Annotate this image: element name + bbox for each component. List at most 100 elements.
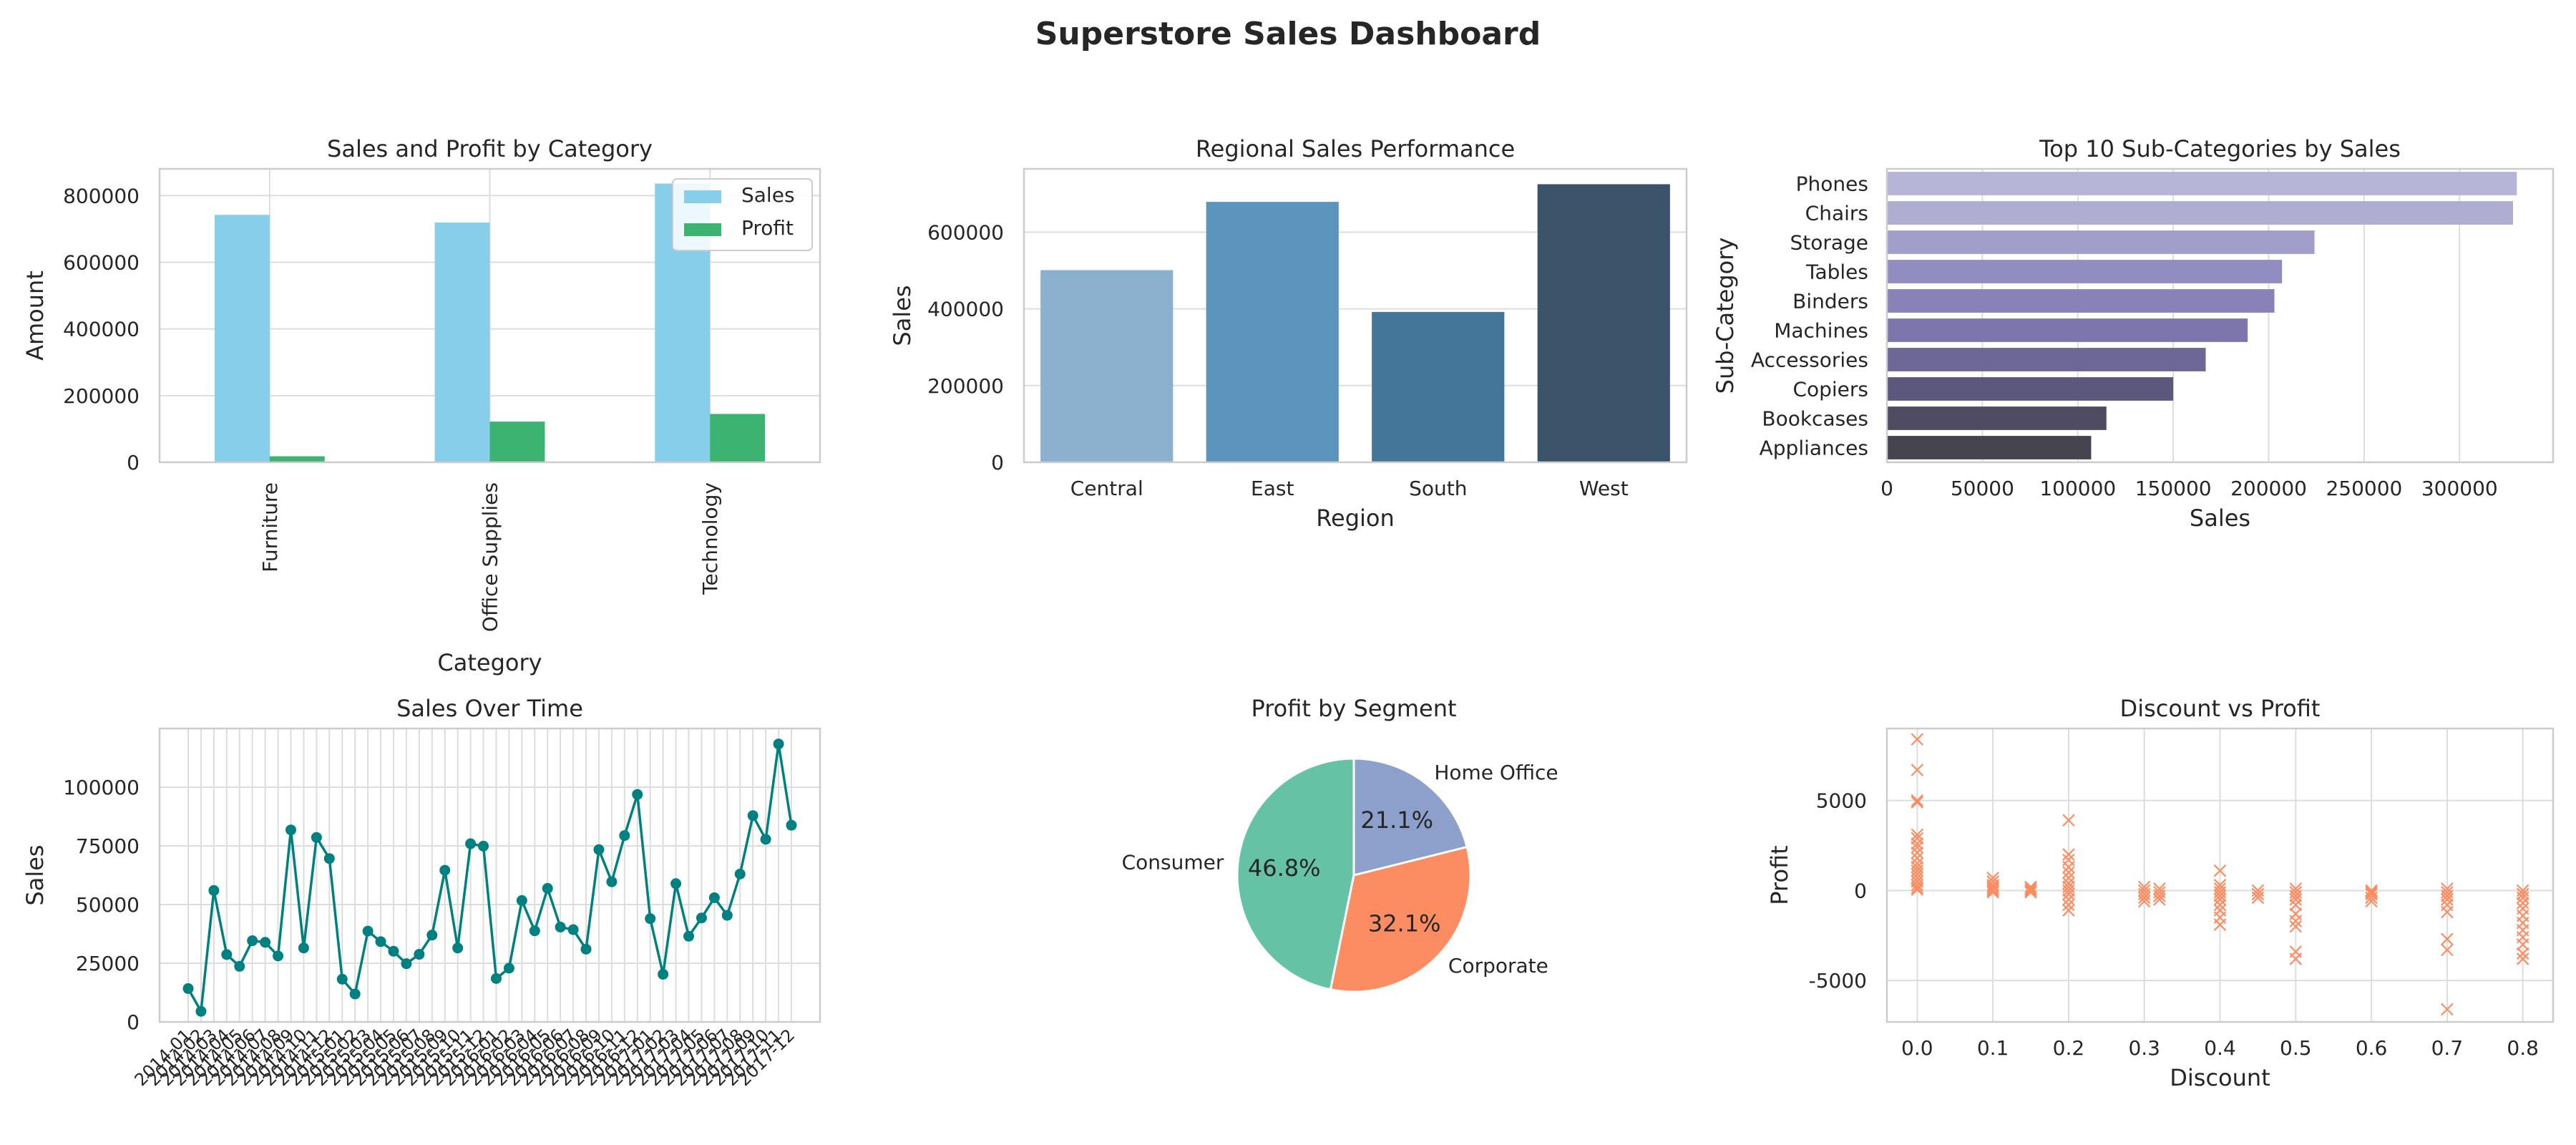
y-tick-label: -5000 — [1809, 969, 1867, 993]
sales-point — [773, 739, 784, 750]
x-tick-label: 200000 — [2230, 477, 2307, 500]
x-tick-label: Technology — [698, 482, 722, 595]
sales-point — [529, 925, 540, 937]
bar-sales — [434, 223, 490, 462]
sales-point — [221, 949, 233, 960]
y-tick-label: 400000 — [927, 298, 1004, 321]
bar-subcategory — [1887, 289, 2275, 313]
sales-point — [555, 921, 566, 932]
subplot-title: Top 10 Sub-Categories by Sales — [2039, 135, 2401, 162]
x-tick-label: 250000 — [2326, 477, 2402, 500]
y-tick-label: Machines — [1774, 319, 1868, 343]
sales-point — [452, 942, 464, 954]
y-tick-label: 0 — [127, 451, 140, 474]
x-tick-label: 0.7 — [2431, 1036, 2464, 1060]
subplot-title: Profit by Segment — [1251, 695, 1456, 722]
sales-point — [580, 943, 592, 955]
subplot-title: Sales and Profit by Category — [327, 135, 653, 162]
sales-point — [683, 930, 695, 942]
sales-point — [516, 895, 527, 906]
pie-label: Home Office — [1434, 761, 1558, 784]
pie-pct-label: 32.1% — [1368, 910, 1441, 937]
x-tick-label: 0.4 — [2204, 1036, 2236, 1060]
x-tick-label: 0.1 — [1977, 1036, 2009, 1060]
subplot-title: Sales Over Time — [396, 695, 583, 722]
bar-region — [1372, 311, 1505, 462]
bar-subcategory — [1887, 348, 2206, 371]
y-tick-label: 0 — [1854, 879, 1867, 902]
x-axis-label: Sales — [2190, 505, 2250, 532]
sales-point — [593, 844, 605, 855]
y-tick-label: 600000 — [63, 250, 140, 274]
sales-point — [747, 810, 758, 822]
x-tick-label: 100000 — [2039, 477, 2116, 500]
y-tick-label: Binders — [1792, 290, 1868, 313]
sales-point — [234, 960, 245, 972]
y-tick-label: 600000 — [927, 220, 1004, 244]
y-tick-label: 200000 — [927, 374, 1004, 398]
dashboard-title: Superstore Sales Dashboard — [1035, 16, 1541, 52]
x-tick-label: South — [1409, 477, 1467, 500]
y-tick-label: Tables — [1805, 260, 1868, 284]
sales-point — [195, 1005, 207, 1017]
bar-subcategory — [1887, 230, 2315, 254]
bar-subcategory — [1887, 436, 2092, 459]
y-tick-label: Phones — [1796, 172, 1868, 196]
y-axis-label: Sub-Category — [1712, 238, 1739, 394]
bar-profit — [710, 414, 766, 462]
sales-point — [285, 824, 296, 836]
y-tick-label: 200000 — [63, 384, 140, 408]
x-tick-label: West — [1579, 477, 1629, 500]
sales-point — [542, 882, 553, 894]
bar-subcategory — [1887, 201, 2513, 225]
chart-discount-vs-profit: 0.0 0.1 0.2 0.3 0.4 0.5 0.6 0.7 0.8 -5000 0 5000 Dis… — [1766, 695, 2555, 1091]
subplot-title: Discount vs Profit — [2120, 695, 2321, 722]
sales-point — [721, 910, 733, 921]
x-tick-label: 0.3 — [2128, 1036, 2160, 1060]
sales-point — [490, 973, 502, 984]
sales-point — [323, 853, 335, 864]
y-tick-label: 50000 — [76, 893, 140, 917]
x-tick-label: 50000 — [1951, 477, 2014, 500]
x-tick-label: 0.0 — [1901, 1036, 1933, 1060]
chart-top-subcategories: 0 50000 100000 150000 200000 250000 300000 Phon… — [1712, 135, 2555, 532]
bar-subcategory — [1887, 318, 2248, 342]
sales-point — [439, 864, 451, 876]
sales-point — [247, 935, 258, 947]
sales-point — [567, 924, 579, 935]
pie-pct-label: 21.1% — [1360, 807, 1433, 834]
dashboard-figure: Superstore Sales Dashboard 0 200000 400000… — [21, 16, 2555, 1091]
x-axis-label: Category — [437, 649, 542, 676]
y-tick-label: 0 — [127, 1010, 140, 1034]
sales-point — [311, 832, 322, 843]
y-tick-label: 100000 — [63, 776, 140, 799]
y-tick-label: 0 — [991, 451, 1004, 474]
sales-point — [734, 868, 746, 880]
bar-subcategory — [1887, 406, 2107, 430]
sales-point — [388, 945, 399, 957]
sales-point — [260, 937, 271, 948]
sales-point — [786, 819, 797, 831]
sales-point — [182, 983, 194, 994]
sales-point — [696, 912, 707, 924]
sales-point — [362, 925, 374, 937]
sales-point — [465, 838, 477, 849]
pie-label: Corporate — [1448, 954, 1548, 978]
legend-label: Sales — [741, 183, 795, 207]
legend-swatch — [684, 190, 721, 203]
sales-point — [708, 892, 720, 903]
legend-swatch — [684, 223, 721, 236]
bar-region — [1206, 202, 1339, 462]
bar-region — [1537, 184, 1670, 462]
x-tick-label: Furniture — [258, 482, 282, 572]
bar-subcategory — [1887, 172, 2517, 195]
legend: Sales Profit — [672, 178, 813, 251]
sales-point — [619, 830, 630, 842]
bar-subcategory — [1887, 260, 2283, 283]
y-tick-label: 5000 — [1816, 789, 1867, 813]
y-tick-label: 400000 — [63, 318, 140, 341]
y-tick-label: 75000 — [76, 834, 140, 858]
legend-label: Profit — [741, 216, 794, 240]
x-tick-label: 0.5 — [2280, 1036, 2312, 1060]
sales-point — [336, 973, 348, 985]
